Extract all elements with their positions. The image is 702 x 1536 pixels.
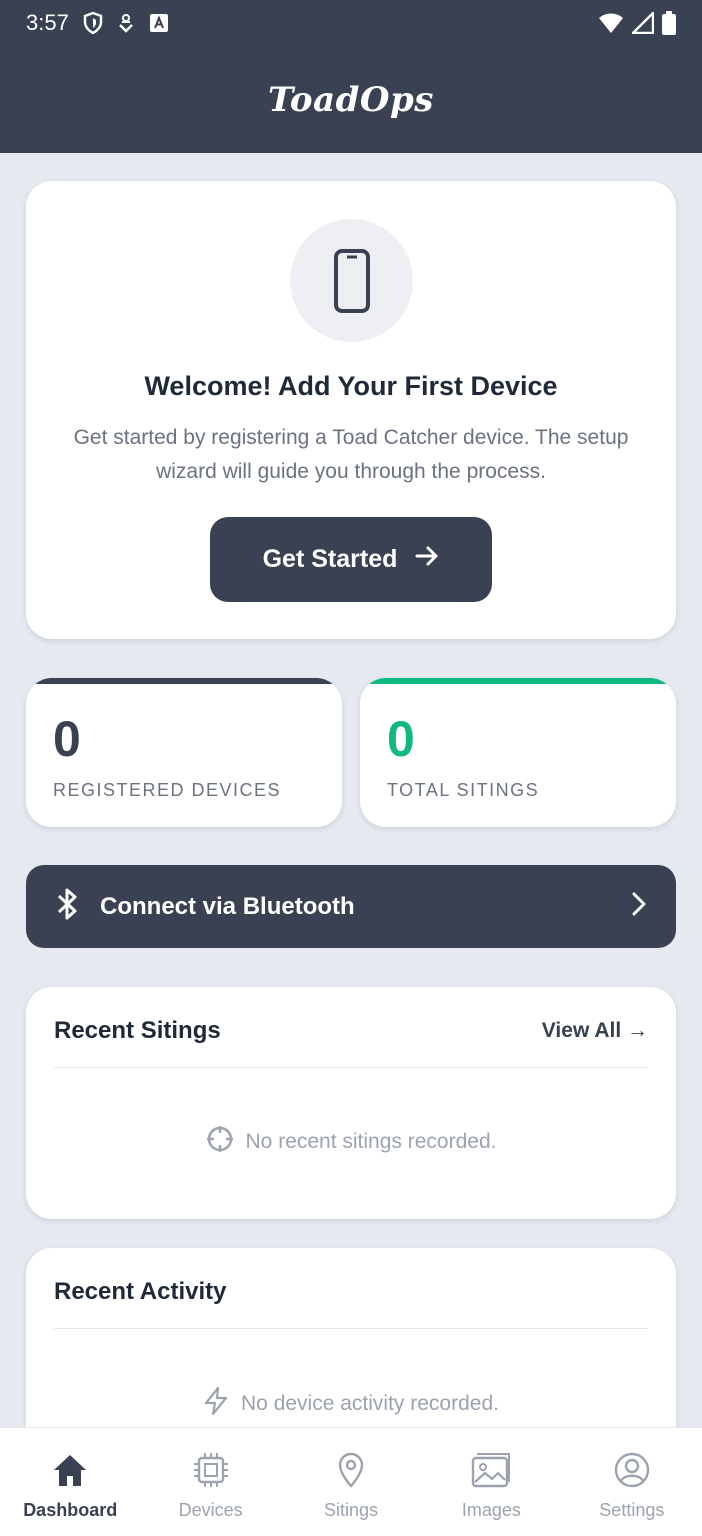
nav-label: Settings — [599, 1500, 665, 1520]
view-all-link[interactable]: View All → — [542, 1019, 648, 1043]
app-title: ToadOps — [268, 79, 434, 120]
stat-accent-bar — [26, 678, 342, 684]
nav-label: Dashboard — [23, 1500, 118, 1520]
recent-sitings-card: Recent Sitings View All → No recent siti… — [26, 987, 676, 1219]
user-circle-icon — [614, 1450, 650, 1490]
activity-empty-text: No device activity recorded. — [241, 1392, 499, 1415]
get-started-label: Get Started — [262, 545, 398, 573]
dashboard-content[interactable]: Welcome! Add Your First Device Get start… — [0, 153, 702, 1427]
map-pin-icon — [337, 1450, 365, 1490]
nav-images[interactable]: Images — [421, 1428, 561, 1536]
sitings-empty-state: No recent sitings recorded. — [26, 1125, 676, 1159]
image-icon — [471, 1450, 511, 1490]
stat-label: TOTAL SITINGS — [387, 780, 540, 800]
chip-icon — [193, 1450, 229, 1490]
get-started-button[interactable]: Get Started — [210, 517, 492, 602]
welcome-card: Welcome! Add Your First Device Get start… — [26, 181, 676, 639]
connect-bluetooth-button[interactable]: Connect via Bluetooth — [26, 865, 676, 948]
home-icon — [52, 1450, 88, 1490]
nav-label: Sitings — [324, 1500, 379, 1520]
battery-icon — [662, 11, 676, 35]
shield-icon — [83, 12, 103, 34]
stat-label: REGISTERED DEVICES — [53, 780, 282, 800]
status-bar: 3:57 — [0, 0, 702, 46]
nav-label: Devices — [178, 1500, 243, 1520]
recent-activity-card: Recent Activity No device activity recor… — [26, 1248, 676, 1427]
notification-icon — [117, 13, 135, 33]
keyboard-icon — [149, 13, 169, 33]
chevron-right-icon — [632, 892, 646, 921]
welcome-title: Welcome! Add Your First Device — [144, 371, 558, 401]
bottom-nav: Dashboard Devices Sitings Images Setting… — [0, 1427, 702, 1536]
divider — [54, 1328, 648, 1329]
stat-value: 0 — [387, 711, 415, 767]
bluetooth-label: Connect via Bluetooth — [100, 892, 355, 920]
nav-dashboard[interactable]: Dashboard — [0, 1428, 140, 1536]
nav-sitings[interactable]: Sitings — [281, 1428, 421, 1536]
nav-devices[interactable]: Devices — [140, 1428, 280, 1536]
phone-icon — [290, 219, 413, 342]
bluetooth-icon — [56, 887, 78, 926]
nav-settings[interactable]: Settings — [562, 1428, 702, 1536]
nav-label: Images — [461, 1500, 521, 1520]
crosshair-icon — [206, 1125, 234, 1159]
total-sitings-stat[interactable]: 0 TOTAL SITINGS — [360, 678, 676, 827]
registered-devices-stat[interactable]: 0 REGISTERED DEVICES — [26, 678, 342, 827]
lightning-icon — [203, 1386, 229, 1422]
arrow-right-icon — [415, 545, 439, 574]
sitings-empty-text: No recent sitings recorded. — [245, 1130, 497, 1153]
app-header: ToadOps — [0, 46, 702, 153]
stat-value: 0 — [53, 711, 81, 767]
stat-accent-bar — [360, 678, 676, 684]
signal-icon — [632, 12, 654, 34]
divider — [54, 1067, 648, 1068]
recent-activity-title: Recent Activity — [54, 1278, 227, 1305]
status-time: 3:57 — [26, 10, 69, 35]
recent-sitings-title: Recent Sitings — [54, 1017, 221, 1044]
activity-empty-state: No device activity recorded. — [26, 1386, 676, 1422]
wifi-icon — [598, 12, 624, 34]
welcome-description: Get started by registering a Toad Catche… — [73, 426, 629, 483]
